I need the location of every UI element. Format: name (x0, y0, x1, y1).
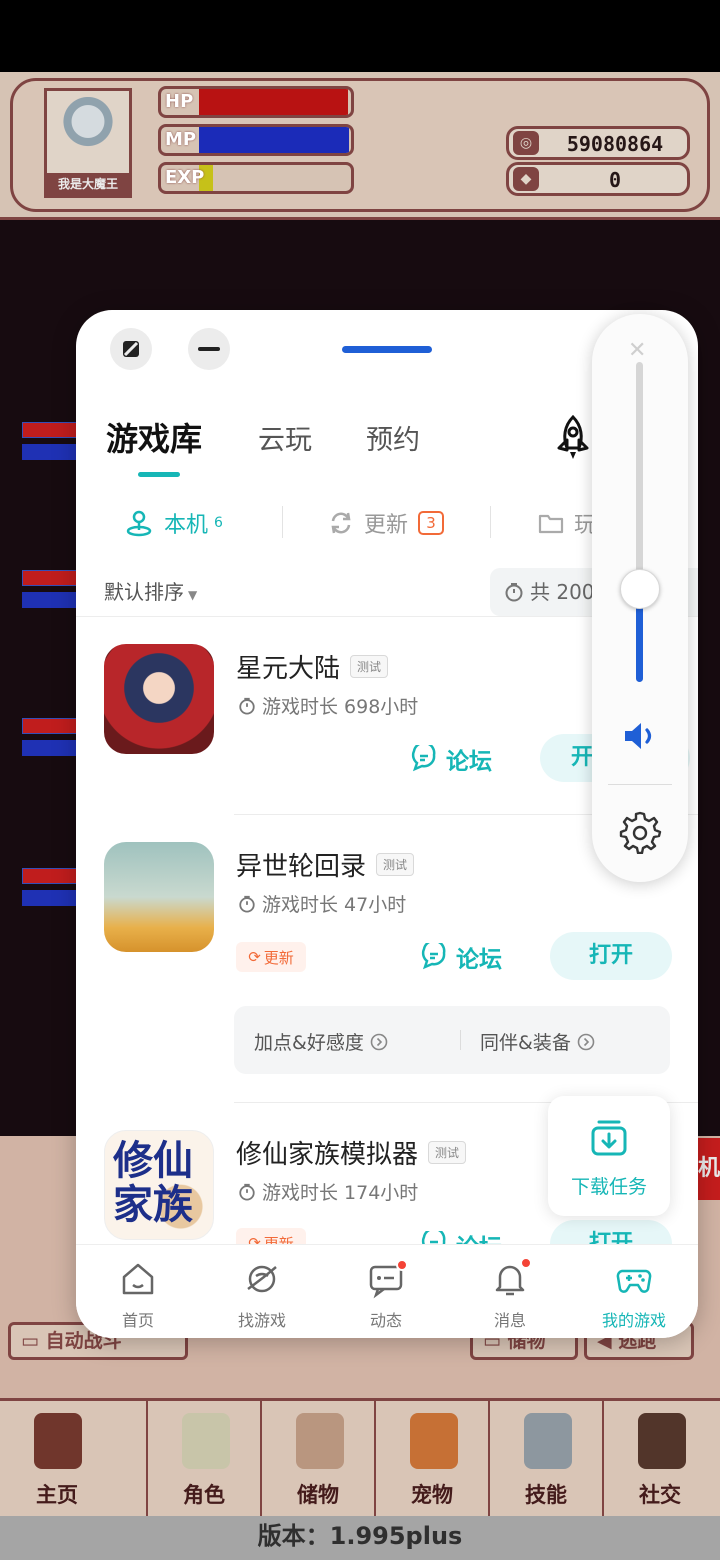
resize-button[interactable] (110, 328, 152, 370)
nav-label: 首页 (121, 1311, 154, 1330)
guide-label: 加点&好感度 (254, 1032, 364, 1054)
game-title-row: 异世轮回录 测试 (236, 846, 415, 883)
update-tag: ⟳更新 (236, 942, 306, 972)
minimize-button[interactable] (188, 328, 230, 370)
nav-my-games[interactable]: 我的游戏 (572, 1245, 696, 1338)
icon-calligraphy: 修仙 家族 (113, 1137, 193, 1228)
rocket-icon[interactable] (552, 414, 594, 462)
volume-slider-knob[interactable] (620, 569, 660, 610)
gear-icon[interactable] (618, 810, 662, 854)
forum-icon (411, 745, 436, 772)
resize-icon (123, 341, 139, 357)
play-time-text: 游戏时长 47小时 (262, 894, 407, 916)
home-icon (122, 1263, 154, 1295)
planet-icon (247, 1265, 277, 1293)
guide-label: 同伴&装备 (480, 1032, 571, 1054)
forum-button[interactable]: 论坛 (420, 934, 502, 980)
timer-icon (239, 1183, 255, 1201)
chevron-right-circle-icon (577, 1033, 595, 1050)
refresh-icon (331, 512, 351, 534)
open-button[interactable]: 打开 (550, 932, 672, 980)
guide-link[interactable]: 同伴&装备 (480, 1028, 595, 1055)
nav-label: 动态 (369, 1311, 402, 1330)
update-tag-label: 更新 (263, 948, 294, 967)
game-title-row: 星元大陆 测试 (236, 648, 389, 685)
volume-divider (608, 784, 672, 785)
volume-panel: ✕ (592, 314, 688, 882)
test-badge: 测试 (428, 1141, 467, 1164)
tab-reserve[interactable]: 预约 (366, 418, 420, 457)
caret-down-icon: ▼ (188, 588, 198, 602)
nav-home[interactable]: 首页 (76, 1245, 200, 1338)
guide-link[interactable]: 加点&好感度 (254, 1028, 388, 1055)
tab-game-library[interactable]: 游戏库 (106, 414, 202, 460)
timer-icon (239, 895, 255, 913)
drag-handle[interactable] (342, 346, 432, 353)
speaker-icon[interactable] (622, 720, 658, 752)
play-time: 游戏时长 174小时 (238, 1178, 418, 1205)
play-time-text: 游戏时长 174小时 (262, 1182, 419, 1204)
download-tasks-label: 下载任务 (570, 1176, 647, 1198)
game-icon-xiuxian[interactable]: 修仙 家族 (104, 1130, 214, 1240)
tab-cloud-play[interactable]: 云玩 (258, 418, 312, 457)
play-time: 游戏时长 47小时 (238, 890, 406, 917)
subtab-divider (282, 506, 283, 538)
game-title[interactable]: 星元大陆 (236, 648, 340, 685)
nav-messages[interactable]: 消息 (448, 1245, 572, 1338)
person-location-icon (126, 510, 152, 537)
subtab-local-count: 6 (214, 515, 223, 531)
folder-icon (538, 514, 564, 534)
play-time-text: 游戏时长 698小时 (262, 696, 419, 718)
nav-label: 消息 (493, 1311, 526, 1330)
notification-dot (396, 1259, 408, 1271)
minus-icon (198, 347, 220, 351)
guide-links: 加点&好感度 同伴&装备 (234, 1006, 670, 1074)
subtab-update-label: 更新 (364, 513, 409, 538)
play-time: 游戏时长 698小时 (238, 692, 418, 719)
mp-label: MP (165, 129, 197, 150)
forum-button[interactable]: 论坛 (410, 736, 492, 782)
test-badge: 测试 (376, 853, 415, 876)
subtab-local-label: 本机 (164, 513, 209, 538)
download-tasks-button[interactable]: 下载任务 (548, 1096, 670, 1216)
nav-label: 我的游戏 (601, 1311, 666, 1330)
test-badge: 测试 (350, 655, 389, 678)
close-icon[interactable]: ✕ (628, 338, 646, 363)
sort-label: 默认排序 (104, 580, 184, 604)
nav-find-games[interactable]: 找游戏 (200, 1245, 324, 1338)
hp-label: HP (165, 91, 194, 112)
refresh-icon: ⟳ (248, 948, 261, 966)
game-title[interactable]: 修仙家族模拟器 (236, 1134, 418, 1171)
sort-dropdown[interactable]: 默认排序 ▼ (104, 576, 197, 605)
nav-label: 找游戏 (237, 1311, 286, 1330)
timer-icon (239, 697, 255, 715)
tab-indicator (138, 472, 180, 477)
forum-label: 论坛 (456, 947, 502, 973)
forum-label: 论坛 (446, 749, 492, 775)
bottom-nav: 首页 找游戏 动态 消息 我的游戏 (76, 1244, 698, 1338)
gamepad-icon (616, 1269, 652, 1293)
game-icon-yishi[interactable] (104, 842, 214, 952)
chevron-right-circle-icon (370, 1033, 388, 1050)
guide-divider (460, 1030, 461, 1050)
game-title-row: 修仙家族模拟器 测试 (236, 1134, 467, 1171)
subtab-divider (490, 506, 491, 538)
forum-icon (421, 943, 446, 970)
exp-label: EXP (165, 167, 205, 188)
game-title[interactable]: 异世轮回录 (236, 846, 366, 883)
notification-dot (520, 1257, 532, 1269)
subtab-local[interactable]: 本机 6 (124, 506, 223, 540)
nav-feed[interactable]: 动态 (324, 1245, 448, 1338)
download-icon (591, 1120, 627, 1156)
subtab-update[interactable]: 更新 3 (328, 506, 445, 540)
timer-icon (505, 583, 523, 602)
game-icon-xingyuan[interactable] (104, 644, 214, 754)
update-count-badge: 3 (418, 511, 445, 535)
